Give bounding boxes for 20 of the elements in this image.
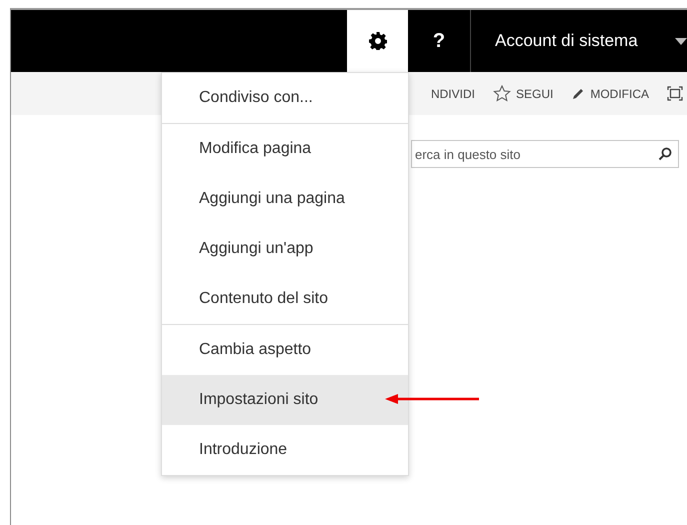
menu-item[interactable]: Modifica pagina	[162, 124, 408, 174]
ribbon-action[interactable]: MODIFICA	[571, 86, 649, 100]
menu-item[interactable]: Aggiungi una pagina	[162, 174, 408, 224]
ribbon-action[interactable]: NDIVIDI	[430, 86, 475, 100]
menu-item[interactable]: Aggiungi un'app	[162, 224, 408, 274]
search-field[interactable]: erca in questo sito	[411, 140, 679, 168]
settings-icon	[368, 32, 386, 50]
menu-item[interactable]: Impostazioni sito	[162, 375, 408, 425]
star-icon	[492, 85, 511, 102]
caret-icon	[675, 38, 687, 44]
menu-item[interactable]: Condiviso con...	[162, 73, 408, 123]
search-icon	[658, 147, 672, 161]
ribbon-action[interactable]: SEGUI	[492, 85, 554, 102]
focus-button[interactable]	[667, 86, 683, 101]
settings-button[interactable]	[347, 10, 408, 72]
focus-icon	[667, 86, 683, 101]
menu-item[interactable]: Introduzione	[162, 425, 408, 475]
pencil-icon	[571, 86, 586, 100]
menu-item[interactable]: Cambia aspetto	[162, 325, 408, 375]
menu-item[interactable]: Contenuto del sito	[162, 274, 408, 324]
